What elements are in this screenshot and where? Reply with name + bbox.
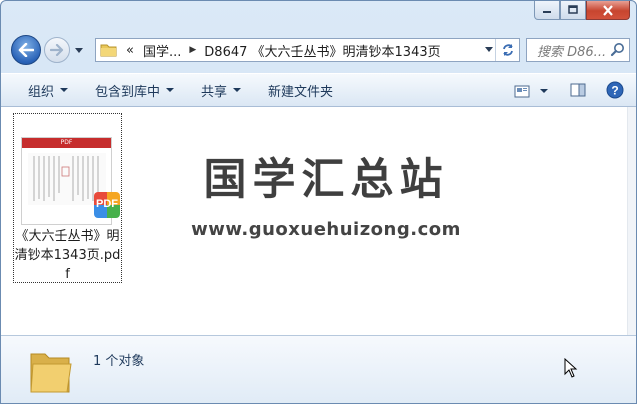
watermark-url: www.guoxuehuizong.com [191,219,461,240]
pdf-badge-icon: PDF [94,192,120,218]
forward-button[interactable] [44,37,70,63]
search-box[interactable]: 搜索 D86... [526,38,630,62]
file-item[interactable]: PDF PDF 《大六壬丛书》明清钞本1343页.pdf [13,113,122,283]
help-button[interactable]: ? [606,81,624,102]
address-bar[interactable]: « 国学... ▶ D8647 《大六壬丛书》明清钞本1343页 [95,38,520,62]
thumbnail-header: PDF [22,138,111,148]
breadcrumb-overflow[interactable]: « [126,43,134,58]
maximize-button[interactable] [560,1,586,20]
svg-text:?: ? [611,83,618,97]
include-in-library-label: 包含到库中 [95,84,161,100]
file-list-pane[interactable]: PDF PDF 《大六壬丛书》明清钞本1343页.pdf 国学汇总站 www.g… [1,107,627,335]
explorer-window: « 国学... ▶ D8647 《大六壬丛书》明清钞本1343页 搜索 D86.… [0,0,637,404]
vertical-scrollbar[interactable] [627,107,636,335]
dropdown-arrow-icon [233,88,242,92]
organize-label: 组织 [28,84,55,100]
refresh-button[interactable] [495,39,519,61]
close-icon [603,4,613,16]
breadcrumb: « 国学... ▶ D8647 《大六壬丛书》明清钞本1343页 [118,41,441,60]
pdf-badge-label: PDF [96,198,118,210]
minimize-button[interactable] [534,1,560,20]
command-bar: 组织 包含到库中 共享 新建文件夹 ? [1,73,636,108]
view-controls: ? [514,74,636,108]
navigation-row: « 国学... ▶ D8647 《大六壬丛书》明清钞本1343页 搜索 D86.… [1,31,636,69]
view-dropdown-icon[interactable] [540,89,548,93]
chevron-down-icon [75,47,83,53]
refresh-icon [502,44,513,56]
folder-large-icon [30,353,72,393]
breadcrumb-item-root[interactable]: 国学... [143,41,181,60]
new-folder-label: 新建文件夹 [268,84,334,100]
new-folder-button[interactable]: 新建文件夹 [268,81,333,100]
preview-pane-icon [570,83,586,96]
forward-arrow-icon [50,44,64,56]
preview-pane-button[interactable] [570,83,586,100]
organize-menu[interactable]: 组织 [28,81,69,100]
file-name-label: 《大六壬丛书》明清钞本1343页.pdf [14,229,121,282]
watermark-title: 国学汇总站 [203,155,449,205]
caption-buttons [534,1,630,21]
share-menu[interactable]: 共享 [201,81,242,100]
folder-icon [100,44,117,57]
watermark: 国学汇总站 www.guoxuehuizong.com [191,155,461,240]
details-pane: 1 个对象 [1,335,636,403]
close-button[interactable] [586,1,630,20]
view-icon [514,85,530,97]
minimize-icon [543,11,551,13]
change-view-button[interactable] [514,85,548,98]
search-placeholder: 搜索 D86... [537,44,607,60]
include-in-library-menu[interactable]: 包含到库中 [95,81,175,100]
dropdown-arrow-icon [60,88,69,92]
maximize-icon [568,5,578,14]
address-dropdown-icon[interactable] [485,47,493,52]
item-count: 1 个对象 [93,354,145,369]
dropdown-arrow-icon [166,88,175,92]
recent-pages-button[interactable] [73,44,85,56]
search-icon[interactable] [610,42,626,58]
breadcrumb-separator-icon[interactable]: ▶ [189,45,196,55]
back-button[interactable] [11,35,41,65]
mouse-cursor-icon [564,358,578,378]
share-label: 共享 [201,84,228,100]
help-icon: ? [606,81,624,98]
breadcrumb-item-current[interactable]: D8647 《大六壬丛书》明清钞本1343页 [204,41,440,60]
back-arrow-icon [18,43,34,57]
